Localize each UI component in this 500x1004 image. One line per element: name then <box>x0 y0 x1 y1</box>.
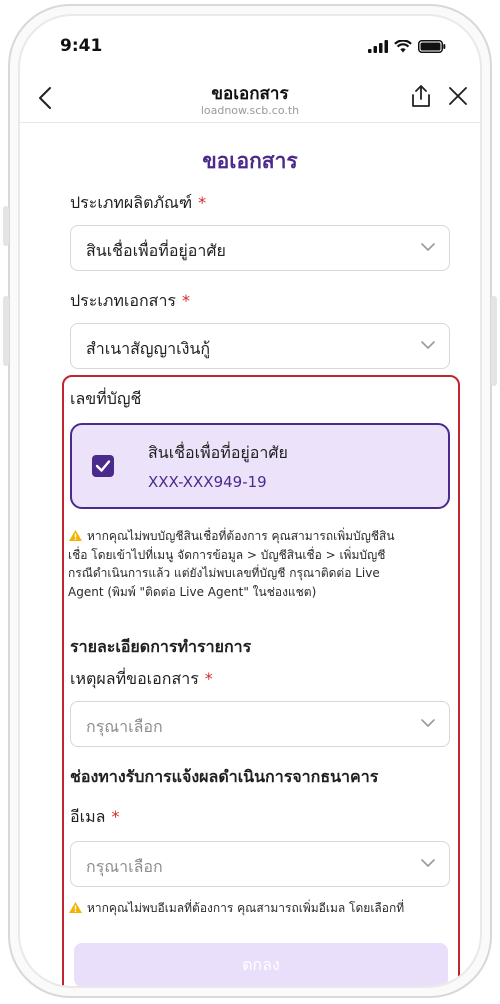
required-mark: * <box>198 193 207 212</box>
volume-button <box>3 296 9 366</box>
screen: 9:41 ขอเอกสาร loadnow.scb.co.th ขอเอกสาร… <box>18 14 482 988</box>
required-mark: * <box>204 669 213 688</box>
product-type-value: สินเชื่อเพื่อที่อยู่อาศัย <box>86 241 226 260</box>
note-line: เชื่อ โดยเข้าไปที่เมนู จัดการข้อมูล > บั… <box>68 547 386 562</box>
submit-button[interactable]: ตกลง <box>74 943 448 986</box>
share-icon <box>412 85 430 107</box>
note-line: หากคุณไม่พบบัญชีสินเชื่อที่ต้องการ คุณสา… <box>68 527 456 546</box>
close-button[interactable] <box>448 86 468 110</box>
email-select[interactable]: กรุณาเลือก <box>70 841 450 887</box>
signal-icon <box>368 40 388 53</box>
battery-icon <box>418 40 446 53</box>
checkmark-icon <box>95 460 111 472</box>
status-time: 9:41 <box>60 36 103 56</box>
close-icon <box>449 87 467 105</box>
product-type-label-text: ประเภทผลิตภัณฑ์ <box>70 193 193 212</box>
account-card[interactable]: สินเชื่อเพื่อที่อยู่อาศัย XXX-XXX949-19 <box>70 423 450 509</box>
page-title: ขอเอกสาร <box>202 149 298 173</box>
chevron-down-icon <box>421 859 435 868</box>
warning-icon <box>69 902 82 913</box>
required-mark: * <box>182 291 191 310</box>
status-icons <box>368 40 446 53</box>
reason-placeholder: กรุณาเลือก <box>86 717 163 736</box>
nav-bar: ขอเอกสาร loadnow.scb.co.th <box>20 72 480 123</box>
power-button <box>491 296 497 386</box>
required-mark: * <box>111 807 120 826</box>
email-placeholder: กรุณาเลือก <box>86 857 163 876</box>
note-text: หากคุณไม่พบบัญชีสินเชื่อที่ต้องการ คุณสา… <box>87 529 395 543</box>
transaction-heading: รายละเอียดการทำรายการ <box>70 637 252 656</box>
product-type-select[interactable]: สินเชื่อเพื่อที่อยู่อาศัย <box>70 225 450 271</box>
channel-heading: ช่องทางรับการแจ้งผลดำเนินการจากธนาคาร <box>70 767 379 786</box>
reason-label: เหตุผลที่ขอเอกสาร * <box>70 667 213 692</box>
share-button[interactable] <box>410 84 432 112</box>
email-label: อีเมล * <box>70 805 119 830</box>
mute-switch <box>3 206 9 246</box>
reason-label-text: เหตุผลที่ขอเอกสาร <box>70 669 199 688</box>
document-type-label: ประเภทเอกสาร * <box>70 289 190 314</box>
email-note: หากคุณไม่พบอีเมลที่ต้องการ คุณสามารถเพิ่… <box>68 899 456 918</box>
product-type-label: ประเภทผลิตภัณฑ์ * <box>70 191 206 216</box>
note-line: Agent (พิมพ์ "ติดต่อ Live Agent" ในช่องแ… <box>68 584 317 599</box>
account-number: XXX-XXX949-19 <box>148 473 267 491</box>
status-bar: 9:41 <box>20 16 480 66</box>
chevron-down-icon <box>421 243 435 252</box>
warning-icon <box>69 530 82 541</box>
email-note-text: หากคุณไม่พบอีเมลที่ต้องการ คุณสามารถเพิ่… <box>87 901 405 915</box>
email-label-text: อีเมล <box>70 807 106 826</box>
account-number-label: เลขที่บัญชี <box>70 389 142 408</box>
note-line: กรณีดำเนินการแล้ว แต่ยังไม่พบเลขที่บัญชี… <box>68 566 380 580</box>
reason-select[interactable]: กรุณาเลือก <box>70 701 450 747</box>
form-content: ขอเอกสาร ประเภทผลิตภัณฑ์ * สินเชื่อเพื่อท… <box>20 123 480 986</box>
wifi-icon <box>394 40 412 53</box>
account-note: หากคุณไม่พบบัญชีสินเชื่อที่ต้องการ คุณสา… <box>68 527 456 601</box>
chevron-down-icon <box>421 719 435 728</box>
document-type-select[interactable]: สำเนาสัญญาเงินกู้ <box>70 323 450 369</box>
account-name: สินเชื่อเพื่อที่อยู่อาศัย <box>148 443 288 462</box>
account-checkbox[interactable] <box>92 455 114 477</box>
document-type-value: สำเนาสัญญาเงินกู้ <box>86 339 211 358</box>
chevron-down-icon <box>421 341 435 350</box>
phone-frame: 9:41 ขอเอกสาร loadnow.scb.co.th ขอเอกสาร… <box>3 4 497 998</box>
document-type-label-text: ประเภทเอกสาร <box>70 291 177 310</box>
